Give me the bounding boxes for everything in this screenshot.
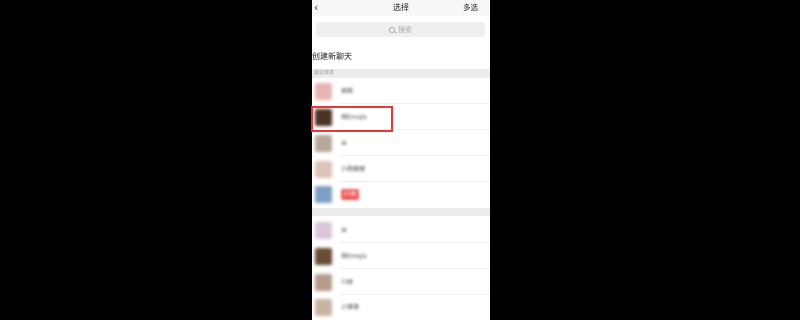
top-bar: ‹ 选择 多选	[312, 0, 490, 16]
divider	[340, 268, 490, 269]
avatar	[315, 274, 332, 291]
contact-name: 朵	[341, 227, 348, 234]
search-input[interactable]: 搜索	[316, 22, 485, 37]
avatar	[315, 299, 332, 316]
contact-row[interactable]: 川妹	[312, 271, 490, 295]
contact-name: 胡Emojis	[341, 253, 367, 260]
highlight-box	[311, 106, 393, 132]
avatar	[315, 186, 332, 203]
multi-select-button[interactable]: 多选	[463, 2, 478, 14]
contact-name: 胡雨	[341, 88, 354, 95]
search-placeholder: 搜索	[398, 25, 412, 34]
contact-name: 朵	[341, 140, 348, 147]
contact-row[interactable]: 胡雨	[312, 80, 490, 104]
contact-name: ZY群	[341, 189, 359, 200]
contact-row[interactable]: 胡Emojis	[312, 245, 490, 269]
contact-row[interactable]: 小锋锋	[312, 296, 490, 320]
avatar	[315, 135, 332, 152]
divider	[340, 294, 490, 295]
avatar	[315, 161, 332, 178]
avatar	[315, 83, 332, 100]
divider	[340, 155, 490, 156]
avatar	[315, 248, 332, 265]
contact-row[interactable]: ZY群	[312, 183, 490, 207]
divider	[340, 242, 490, 243]
chat-selector-screen: ‹ 选择 多选 搜索 创建新聊天 最近转发 胡雨 胡Emojis 朵 小杨跟随 …	[312, 0, 490, 320]
divider	[340, 103, 490, 104]
avatar	[315, 222, 332, 239]
search-icon	[389, 26, 395, 33]
section-header-recent: 最近转发	[312, 69, 490, 78]
divider	[340, 181, 490, 182]
contact-name: 小杨跟随	[341, 166, 366, 173]
group-badge: ZY群	[341, 189, 359, 200]
section-header-all	[312, 208, 490, 216]
create-new-chat-button[interactable]: 创建新聊天	[312, 47, 490, 67]
contact-row[interactable]: 小杨跟随	[312, 158, 490, 182]
contact-row[interactable]: 朵	[312, 219, 490, 243]
contact-row[interactable]: 朵	[312, 132, 490, 156]
contact-name: 川妹	[341, 279, 354, 286]
contact-name: 小锋锋	[341, 304, 360, 311]
